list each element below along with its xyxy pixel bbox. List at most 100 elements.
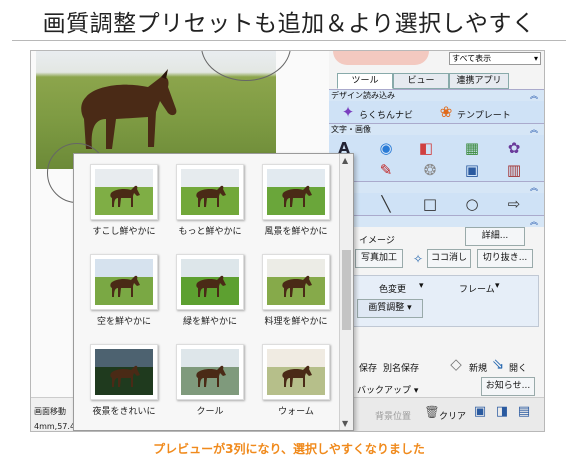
horse-image [282,365,312,387]
horse-image [282,185,312,207]
preset-thumbnail [90,164,158,220]
rectangle-tool-icon[interactable]: □ [421,195,439,213]
pan-mode-label: 画面移動 [34,407,66,416]
section-tool[interactable]: ール ︽ [329,181,544,193]
quality-adjust-label: 画質調整 [368,303,405,313]
tab-linked-apps[interactable]: 連携アプリ [449,73,509,89]
view-select-value: すべて表示 [452,54,492,63]
preset-grid: すこし鮮やかに もっと鮮やかに 風景を鮮やかに空を鮮やかに 緑を鮮やかに 料理を鮮やかに… [84,162,339,424]
preset-thumbnail-image [95,349,153,395]
preset-thumbnail [90,344,158,400]
section-design-label: デザイン読み込み [331,91,395,100]
photo-tool-icon[interactable]: ❂ [421,161,439,179]
tab-tool[interactable]: ツール [337,73,393,89]
preset-label: もっと鮮やかに [178,227,242,237]
details-button[interactable]: 詳細... [465,227,525,246]
scroll-down-icon[interactable]: ▼ [342,419,348,428]
preset-item[interactable]: クール [170,342,250,428]
tab-view[interactable]: ビュー [393,73,449,89]
preset-label: 料理を鮮やかに [264,317,328,327]
preset-label: 空を鮮やかに [96,317,151,327]
image-tool-icon[interactable]: ▦ [463,139,481,157]
horse-image [110,275,140,297]
color-change-label[interactable]: 色変更 [379,282,406,295]
collapse-icon: ︽ [530,183,538,192]
preset-item[interactable]: ウォーム [256,342,336,428]
notice-button[interactable]: お知らせ... [481,377,535,396]
tool-panel: すべて表示 ▾ ツール ビュー 連携アプリ デザイン読み込み ︽ ✦ らくちんナ… [329,51,544,431]
chevron-down-icon[interactable]: ▾ [495,281,500,291]
horse-image [196,365,226,387]
preset-label: 夜景をきれいに [92,407,156,417]
koko-erase-button[interactable]: ココ消し [427,249,471,268]
preset-thumbnail [262,164,330,220]
preset-thumbnail [90,254,158,310]
preset-popup: すこし鮮やかに もっと鮮やかに 風景を鮮やかに空を鮮やかに 緑を鮮やかに 料理を鮮やかに… [73,153,354,431]
scroll-up-icon[interactable]: ▲ [342,156,348,165]
view-select[interactable]: すべて表示 ▾ [449,52,541,65]
preset-thumbnail-image [267,349,325,395]
preview-circle [333,51,429,65]
section-text-image-label: 文字・画像 [331,125,371,134]
frame-label[interactable]: フレーム [459,282,495,295]
preset-thumbnail-image [181,259,239,305]
preset-item[interactable]: すこし鮮やかに [84,162,164,248]
layout-icon-1[interactable]: ▣ [471,403,489,421]
image-label: イメージ [359,236,395,246]
save-button[interactable]: 保存 [359,361,377,374]
curve-tool-icon[interactable]: ╲ [377,195,395,213]
preset-thumbnail-image [267,259,325,305]
clear-button[interactable]: クリア [439,409,466,422]
section-text-image[interactable]: 文字・画像 ︽ [329,123,544,135]
preset-item[interactable]: 料理を鮮やかに [256,252,336,338]
paint-tool-icon[interactable]: ✎ [377,161,395,179]
color-tool-icon[interactable]: ◉ [377,139,395,157]
template-icon[interactable]: ❀ [437,103,455,121]
quality-adjust-button[interactable]: 画質調整 ▾ [357,299,423,318]
preset-item[interactable]: 空を鮮やかに [84,252,164,338]
preset-thumbnail [176,254,244,310]
preset-label: すこし鮮やかに [92,227,156,237]
horse-image [196,275,226,297]
scroll-thumb[interactable] [342,250,351,330]
stamp-tool-icon[interactable]: ✿ [505,139,523,157]
arrow-tool-icon[interactable]: ⇨ [505,195,523,213]
save-as-button[interactable]: 別名保存 [383,361,419,374]
preset-item[interactable]: 風景を鮮やかに [256,162,336,248]
backup-button[interactable]: バックアップ ▾ [357,383,418,396]
section-edit[interactable]: ディ ︽ [329,215,544,227]
crop-button[interactable]: 切り抜き... [477,249,533,268]
preset-thumbnail [176,344,244,400]
layout-icon-2[interactable]: ◨ [493,403,511,421]
preset-thumbnail-image [267,169,325,215]
layer-tool-icon[interactable]: ◧ [417,139,435,157]
chevron-down-icon[interactable]: ▾ [419,281,424,291]
bg-position-button[interactable]: 背景位置 [375,409,411,422]
open-button[interactable]: 開く [509,361,527,374]
preset-thumbnail [262,254,330,310]
new-icon[interactable]: ◇ [447,355,465,373]
monitor-tool-icon[interactable]: ▥ [505,161,523,179]
layout-icon-3[interactable]: ▤ [515,403,533,421]
collapse-icon: ︽ [530,91,538,100]
rakuchin-navi-label[interactable]: らくちんナビ [359,108,413,121]
preset-item[interactable]: 緑を鮮やかに [170,252,250,338]
open-icon[interactable]: ⇘ [489,355,507,373]
section-design[interactable]: デザイン読み込み ︽ [329,89,544,101]
horse-image [282,275,312,297]
template-label[interactable]: テンプレート [457,108,511,121]
koko-erase-icon[interactable]: ✧ [409,250,427,268]
horse-image [81,69,177,149]
rakuchin-navi-icon[interactable]: ✦ [339,103,357,121]
new-button[interactable]: 新規 [469,361,487,374]
preset-item[interactable]: もっと鮮やかに [170,162,250,248]
backup-label: バックアップ [357,386,412,396]
popup-scrollbar[interactable]: ▲ ▼ [339,154,353,430]
horse-image [110,365,140,387]
photo-process-button[interactable]: 写真加工 [355,249,403,268]
chevron-down-icon: ▾ [533,54,538,63]
ellipse-tool-icon[interactable]: ○ [463,195,481,213]
preset-thumbnail-image [95,259,153,305]
preset-item[interactable]: 夜景をきれいに [84,342,164,428]
scan-tool-icon[interactable]: ▣ [463,161,481,179]
